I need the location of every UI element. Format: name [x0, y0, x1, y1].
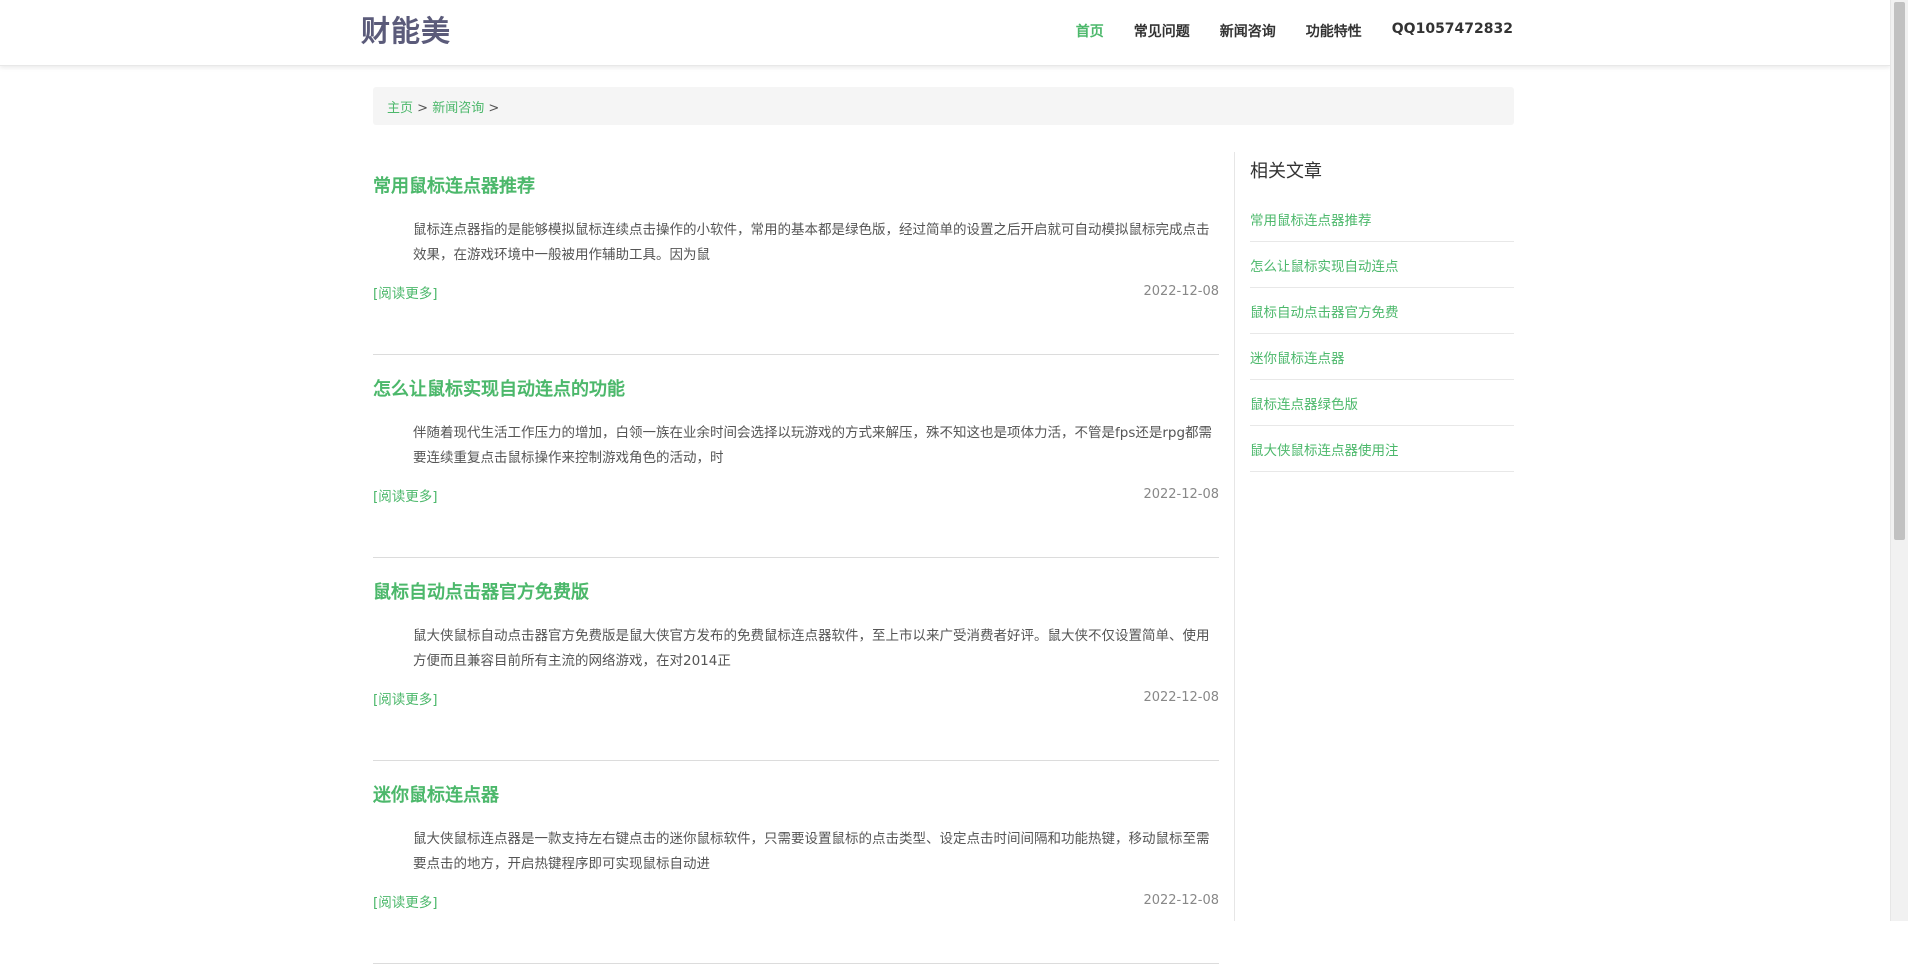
nav-item-home[interactable]: 首页 [1076, 21, 1104, 41]
nav-item-faq[interactable]: 常见问题 [1134, 21, 1190, 41]
nav-item-news[interactable]: 新闻咨询 [1220, 21, 1276, 41]
article-date: 2022-12-08 [1143, 284, 1219, 299]
related-article-link[interactable]: 常用鼠标连点器推荐 [1250, 213, 1372, 229]
article-summary: 鼠标连点器指的是能够模拟鼠标连续点击操作的小软件，常用的基本都是绿色版，经过简单… [413, 222, 1210, 263]
list-item: 鼠大侠鼠标连点器使用注 [1250, 426, 1514, 472]
read-more-link[interactable]: [阅读更多] [373, 485, 438, 505]
breadcrumb-news-link[interactable]: 新闻咨询 [432, 101, 484, 116]
related-article-link[interactable]: 鼠标连点器绿色版 [1250, 397, 1358, 413]
article-summary: 鼠大侠鼠标自动点击器官方免费版是鼠大侠官方发布的免费鼠标连点器软件，至上市以来广… [413, 628, 1210, 669]
list-item: 常用鼠标连点器推荐 [1250, 196, 1514, 242]
main-nav: 首页 常见问题 新闻咨询 功能特性 QQ1057472832 [1076, 21, 1513, 41]
read-more-link[interactable]: [阅读更多] [373, 891, 438, 911]
read-more-link[interactable]: [阅读更多] [373, 282, 438, 302]
list-item: 鼠标自动点击器官方免费 [1250, 288, 1514, 334]
article-date: 2022-12-08 [1143, 893, 1219, 908]
related-article-link[interactable]: 鼠大侠鼠标连点器使用注 [1250, 443, 1399, 459]
article-item: 鼠标自动点击器官方免费版 鼠大侠鼠标自动点击器官方免费版是鼠大侠官方发布的免费鼠… [373, 558, 1219, 761]
article-summary: 鼠大侠鼠标连点器是一款支持左右键点击的迷你鼠标软件，只需要设置鼠标的点击类型、设… [413, 831, 1210, 872]
read-more-link[interactable]: [阅读更多] [373, 688, 438, 708]
related-article-link[interactable]: 怎么让鼠标实现自动连点 [1250, 259, 1399, 275]
related-articles-list: 常用鼠标连点器推荐 怎么让鼠标实现自动连点 鼠标自动点击器官方免费 迷你鼠标连点… [1250, 196, 1514, 472]
article-date: 2022-12-08 [1143, 690, 1219, 705]
site-header: 财能美 首页 常见问题 新闻咨询 功能特性 QQ1057472832 [0, 0, 1890, 66]
list-item: 怎么让鼠标实现自动连点 [1250, 242, 1514, 288]
nav-item-qq[interactable]: QQ1057472832 [1392, 21, 1513, 41]
article-item: 迷你鼠标连点器 鼠大侠鼠标连点器是一款支持左右键点击的迷你鼠标软件，只需要设置鼠… [373, 761, 1219, 964]
site-logo[interactable]: 财能美 [361, 8, 451, 50]
nav-item-features[interactable]: 功能特性 [1306, 21, 1362, 41]
article-item: 常用鼠标连点器推荐 鼠标连点器指的是能够模拟鼠标连续点击操作的小软件，常用的基本… [373, 152, 1219, 355]
breadcrumb-home-link[interactable]: 主页 [387, 101, 413, 116]
article-list: 常用鼠标连点器推荐 鼠标连点器指的是能够模拟鼠标连续点击操作的小软件，常用的基本… [373, 152, 1219, 964]
breadcrumb-separator: > [484, 101, 500, 116]
related-article-link[interactable]: 迷你鼠标连点器 [1250, 351, 1345, 367]
article-date: 2022-12-08 [1143, 487, 1219, 502]
list-item: 迷你鼠标连点器 [1250, 334, 1514, 380]
scrollbar-thumb[interactable] [1894, 2, 1905, 540]
sidebar-title: 相关文章 [1250, 161, 1322, 182]
breadcrumb: 主页 > 新闻咨询 > [373, 87, 1514, 125]
article-title-link[interactable]: 鼠标自动点击器官方免费版 [373, 578, 589, 604]
page-scrollbar[interactable] [1890, 0, 1908, 921]
related-article-link[interactable]: 鼠标自动点击器官方免费 [1250, 305, 1399, 321]
column-divider [1234, 152, 1235, 921]
article-item: 怎么让鼠标实现自动连点的功能 伴随着现代生活工作压力的增加，白领一族在业余时间会… [373, 355, 1219, 558]
article-title-link[interactable]: 常用鼠标连点器推荐 [373, 172, 535, 198]
related-articles-sidebar: 相关文章 常用鼠标连点器推荐 怎么让鼠标实现自动连点 鼠标自动点击器官方免费 迷… [1250, 152, 1514, 472]
article-summary: 伴随着现代生活工作压力的增加，白领一族在业余时间会选择以玩游戏的方式来解压，殊不… [413, 425, 1213, 466]
article-title-link[interactable]: 怎么让鼠标实现自动连点的功能 [373, 375, 625, 401]
breadcrumb-separator: > [413, 101, 433, 116]
article-title-link[interactable]: 迷你鼠标连点器 [373, 781, 499, 807]
list-item: 鼠标连点器绿色版 [1250, 380, 1514, 426]
